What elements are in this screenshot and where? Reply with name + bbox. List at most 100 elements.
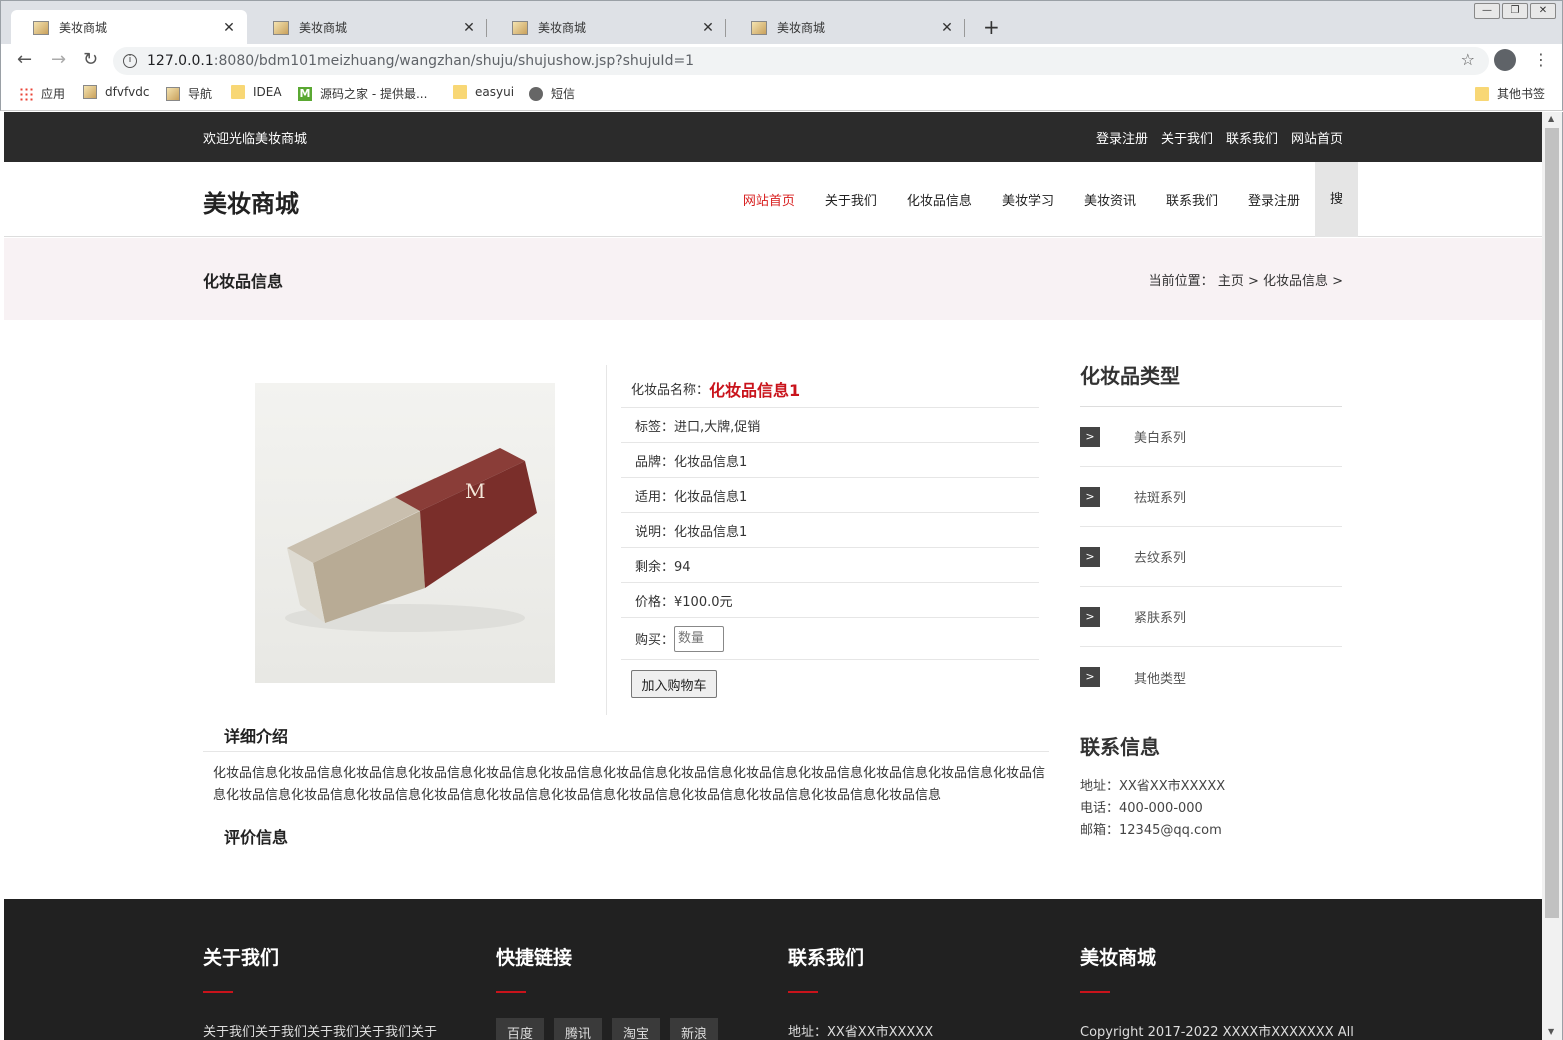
footer-link-tencent[interactable]: 腾讯 [554,1018,603,1040]
address-bar[interactable]: i 127.0.0.1:8080/bdm101meizhuang/wangzha… [113,47,1489,75]
buy-label: 购买： [635,633,675,648]
forward-icon[interactable]: → [51,49,66,70]
site-logo[interactable]: 美妆商城 [203,184,299,219]
bookmark-label: easyui [475,85,515,99]
menu-kebab-icon[interactable]: ⋮ [1533,50,1549,69]
product-note: 说明：化妆品信息1 [621,513,1039,548]
bookmark-item[interactable]: IDEA [231,85,282,99]
footer-link-sina[interactable]: 新浪 [670,1018,719,1040]
nav-contact[interactable]: 联系我们 [1166,190,1218,209]
page-icon [166,86,180,101]
nav-study[interactable]: 美妆学习 [1002,190,1054,209]
tab-separator [486,19,487,37]
tab-separator [725,19,726,37]
folder-icon [231,85,245,99]
bookmark-item[interactable]: M 源码之家 - 提供最... [298,85,427,102]
product-info-list: 化妆品名称： 化妆品信息1 标签：进口,大牌,促销 品牌：化妆品信息1 适用：化妆… [621,370,1039,660]
bookmark-apps[interactable]: 应用 [19,85,65,102]
footer-about-title: 关于我们 [203,947,280,969]
footer-brand-title: 美妆商城 [1080,947,1157,969]
window-controls: — ❐ ✕ [1472,3,1556,19]
reload-icon[interactable]: ↻ [83,49,98,70]
favicon-icon [751,20,767,35]
bookmark-item[interactable]: easyui [453,85,514,99]
bookmark-item[interactable]: 短信 [529,85,575,102]
contact-info: 地址：XX省XX市XXXXX 电话：400-000-000 邮箱：12345@q… [1080,776,1225,842]
site-info-icon[interactable]: i [123,54,137,68]
bookmarks-bar: 应用 dfvfvdc 导航 IDEA M 源码之家 - 提供最... easyui… [0,78,1563,111]
minimize-icon[interactable]: — [1474,3,1500,19]
bookmark-label: 短信 [551,87,576,101]
profile-avatar-icon[interactable] [1494,49,1516,71]
other-bookmarks[interactable]: 其他书签 [1475,85,1545,102]
top-link-contact[interactable]: 联系我们 [1226,128,1278,147]
contact-address: 地址：XX省XX市XXXXX [1080,779,1226,794]
category-item[interactable]: > 紧肤系列 [1080,587,1342,647]
category-label: 紧肤系列 [1134,611,1187,626]
top-links: 登录注册 关于我们 联系我们 网站首页 [1083,128,1343,147]
category-label: 其他类型 [1134,671,1187,687]
breadcrumb-path[interactable]: 主页 > 化妆品信息 > [1218,274,1343,289]
nav-home[interactable]: 网站首页 [743,190,795,209]
favicon-icon [273,20,289,35]
web-page: 欢迎光临美妆商城 登录注册 关于我们 联系我们 网站首页 美妆商城 网站首页 关… [4,112,1542,1040]
page-scrollbar[interactable]: ▲ ▼ [1542,112,1563,1040]
top-link-register[interactable]: 登录注册 [1096,128,1148,147]
close-tab-icon[interactable]: ✕ [939,20,955,36]
page-banner: 化妆品信息 当前位置： 主页 > 化妆品信息 > [4,238,1542,320]
site-footer: 关于我们 关于我们关于我们关于我们关于我们关于 快捷链接 百度 腾讯 淘宝 新浪… [4,899,1542,1040]
add-to-cart-button[interactable]: 加入购物车 [631,670,717,698]
quantity-input[interactable] [674,625,725,652]
close-tab-icon[interactable]: ✕ [221,20,237,36]
close-tab-icon[interactable]: ✕ [700,20,716,36]
category-item[interactable]: > 祛斑系列 [1080,467,1342,527]
back-icon[interactable]: ← [17,49,32,70]
category-item[interactable]: > 去纹系列 [1080,527,1342,587]
page-icon [83,85,97,99]
column-divider [606,365,607,715]
category-item[interactable]: > 其他类型 [1080,647,1342,707]
new-tab-icon[interactable]: + [983,15,1000,39]
browser-tab[interactable]: 美妆商城 ✕ [11,10,247,45]
product-suitable: 适用：化妆品信息1 [621,478,1039,513]
close-window-icon[interactable]: ✕ [1530,3,1556,19]
tab-separator [964,19,965,37]
chevron-right-icon: > [1080,667,1100,687]
footer-link-baidu[interactable]: 百度 [496,1018,545,1040]
bookmark-label: 导航 [188,87,213,101]
nav-products[interactable]: 化妆品信息 [907,190,972,209]
url-host: 127.0.0.1 [147,53,214,69]
bookmark-item[interactable]: dfvfvdc [83,85,149,99]
nav-about[interactable]: 关于我们 [825,190,877,209]
scrollbar-thumb[interactable] [1545,128,1559,918]
footer-link-list: 百度 腾讯 淘宝 新浪 [496,1018,728,1040]
scroll-down-icon[interactable]: ▼ [1548,1027,1554,1036]
nav-register[interactable]: 登录注册 [1248,190,1300,209]
browser-tab[interactable]: 美妆商城 ✕ [251,10,487,45]
category-item[interactable]: > 美白系列 [1080,407,1342,467]
detail-divider [203,751,1049,752]
top-link-about[interactable]: 关于我们 [1161,128,1213,147]
browser-tab[interactable]: 美妆商城 ✕ [729,10,965,45]
product-brand: 品牌：化妆品信息1 [621,443,1039,478]
nav-news[interactable]: 美妆资讯 [1084,190,1136,209]
tab-title: 美妆商城 [777,21,826,35]
favicon-icon [33,20,49,35]
bookmark-star-icon[interactable]: ☆ [1461,50,1475,69]
buy-row: 购买： [621,618,1039,660]
close-tab-icon[interactable]: ✕ [461,20,477,36]
search-button[interactable]: 搜 [1315,162,1358,237]
footer-link-taobao[interactable]: 淘宝 [612,1018,661,1040]
footer-links: 快捷链接 百度 腾讯 淘宝 新浪 [496,943,728,1040]
browser-tab[interactable]: 美妆商城 ✕ [490,10,726,45]
folder-icon [1475,86,1489,101]
restore-icon[interactable]: ❐ [1502,3,1528,19]
scroll-up-icon[interactable]: ▲ [1548,114,1554,123]
chevron-right-icon: > [1080,546,1100,567]
tab-title: 美妆商城 [299,21,348,35]
top-link-home[interactable]: 网站首页 [1291,128,1343,147]
apps-grid-icon [19,86,33,101]
contact-phone: 电话：400-000-000 [1080,801,1203,816]
bookmark-item[interactable]: 导航 [166,85,212,102]
product-tags: 标签：进口,大牌,促销 [621,408,1039,443]
